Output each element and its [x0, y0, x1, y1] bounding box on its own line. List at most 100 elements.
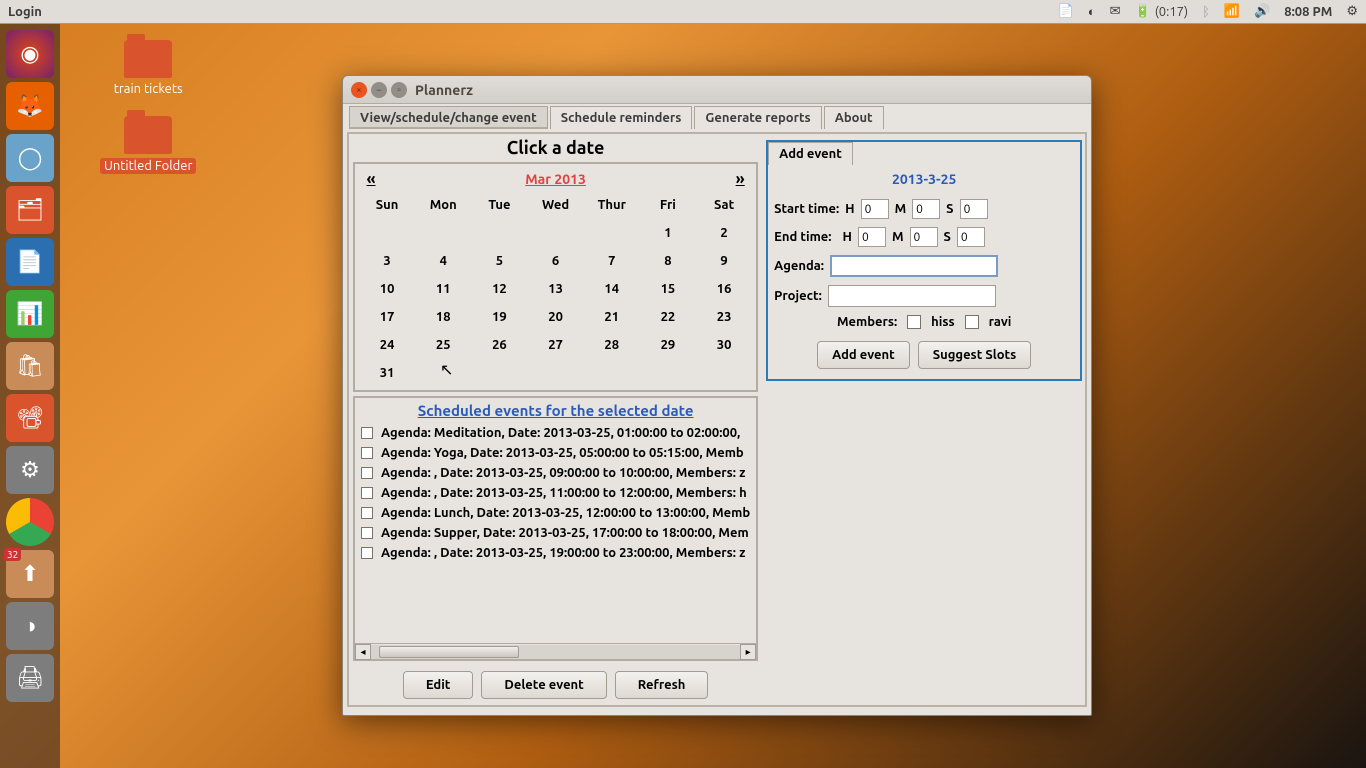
tab-generate-reports[interactable]: Generate reports — [694, 106, 821, 129]
chrome-icon[interactable] — [6, 498, 54, 546]
calendar-day-26[interactable]: 26 — [471, 338, 527, 352]
folder-train-tickets[interactable]: train tickets — [114, 40, 183, 96]
clock[interactable]: 8:08 PM — [1284, 5, 1332, 19]
calendar-day-17[interactable]: 17 — [359, 310, 415, 324]
side-tab-add-event[interactable]: Add event — [768, 142, 853, 165]
delete-event-button[interactable]: Delete event — [481, 671, 606, 699]
calendar-day-20[interactable]: 20 — [528, 310, 584, 324]
event-row[interactable]: Agenda: , Date: 2013-03-25, 19:00:00 to … — [355, 543, 756, 563]
dash-icon[interactable]: ◉ — [6, 30, 54, 78]
member-hiss-checkbox[interactable] — [907, 315, 921, 329]
event-row[interactable]: Agenda: Lunch, Date: 2013-03-25, 12:00:0… — [355, 503, 756, 523]
window-maximize-button[interactable]: ▫ — [391, 82, 407, 98]
panel-menu-label[interactable]: Login — [8, 5, 42, 19]
calendar-day-28[interactable]: 28 — [584, 338, 640, 352]
calendar-day-21[interactable]: 21 — [584, 310, 640, 324]
firefox-icon[interactable]: 🦊 — [6, 82, 54, 130]
suggest-slots-button[interactable]: Suggest Slots — [918, 341, 1032, 369]
agenda-input[interactable] — [830, 255, 998, 277]
scroll-thumb[interactable] — [379, 646, 519, 658]
battery-indicator[interactable]: 🔋(0:17) — [1135, 4, 1189, 19]
event-checkbox[interactable] — [361, 467, 373, 479]
settings-icon[interactable]: ⚙ — [6, 446, 54, 494]
scroll-track[interactable] — [371, 645, 740, 659]
calendar-day-10[interactable]: 10 — [359, 282, 415, 296]
writer-icon[interactable]: 📄 — [6, 238, 54, 286]
calendar-day-13[interactable]: 13 — [528, 282, 584, 296]
software-center-icon[interactable]: 🛍 — [6, 342, 54, 390]
event-checkbox[interactable] — [361, 447, 373, 459]
calendar-day-30[interactable]: 30 — [696, 338, 752, 352]
event-row[interactable]: Agenda: Meditation, Date: 2013-03-25, 01… — [355, 423, 756, 443]
calendar-day-24[interactable]: 24 — [359, 338, 415, 352]
system-tray-icon[interactable]: 📄 — [1058, 4, 1074, 19]
event-checkbox[interactable] — [361, 427, 373, 439]
gear-icon[interactable]: ⚙ — [1346, 4, 1358, 19]
tab-schedule-reminders[interactable]: Schedule reminders — [550, 106, 693, 129]
calendar-day-16[interactable]: 16 — [696, 282, 752, 296]
event-row[interactable]: Agenda: Supper, Date: 2013-03-25, 17:00:… — [355, 523, 756, 543]
event-checkbox[interactable] — [361, 547, 373, 559]
calendar-day-3[interactable]: 3 — [359, 254, 415, 268]
calendar-day-1[interactable]: 1 — [640, 226, 696, 240]
folder-untitled[interactable]: Untitled Folder — [100, 116, 196, 174]
calendar-day-18[interactable]: 18 — [415, 310, 471, 324]
project-input[interactable] — [828, 285, 996, 307]
end-second-input[interactable] — [957, 227, 985, 247]
window-close-button[interactable]: × — [351, 82, 367, 98]
scroll-right-button[interactable]: ▸ — [740, 644, 756, 660]
printer-icon[interactable]: 🖨 — [6, 654, 54, 702]
start-minute-input[interactable] — [912, 199, 940, 219]
calendar-day-27[interactable]: 27 — [528, 338, 584, 352]
calendar-day-25[interactable]: 25 — [415, 338, 471, 352]
event-row[interactable]: Agenda: , Date: 2013-03-25, 11:00:00 to … — [355, 483, 756, 503]
bluetooth-icon[interactable]: ᛒ — [1202, 5, 1210, 19]
tab-about[interactable]: About — [824, 106, 884, 129]
calendar-day-4[interactable]: 4 — [415, 254, 471, 268]
updates-icon[interactable]: ⬆ — [6, 550, 54, 598]
event-row[interactable]: Agenda: Yoga, Date: 2013-03-25, 05:00:00… — [355, 443, 756, 463]
network-icon[interactable]: ◐ — [1088, 4, 1096, 19]
calendar-day-15[interactable]: 15 — [640, 282, 696, 296]
window-titlebar[interactable]: × − ▫ Plannerz — [343, 76, 1091, 104]
calendar-day-23[interactable]: 23 — [696, 310, 752, 324]
calendar-day-14[interactable]: 14 — [584, 282, 640, 296]
horizontal-scrollbar[interactable]: ◂ ▸ — [355, 643, 756, 659]
start-hour-input[interactable] — [861, 199, 889, 219]
calendar-day-22[interactable]: 22 — [640, 310, 696, 324]
event-row[interactable]: Agenda: , Date: 2013-03-25, 09:00:00 to … — [355, 463, 756, 483]
mail-icon[interactable]: ✉ — [1110, 4, 1121, 19]
refresh-button[interactable]: Refresh — [615, 671, 709, 699]
eclipse-icon[interactable]: ◑ — [6, 602, 54, 650]
calendar-day-5[interactable]: 5 — [471, 254, 527, 268]
calendar-day-2[interactable]: 2 — [696, 226, 752, 240]
wifi-icon[interactable]: 📶 — [1224, 4, 1240, 19]
calendar-day-31[interactable]: 31 — [359, 366, 415, 380]
calendar-next[interactable]: » — [728, 170, 752, 188]
calendar-day-7[interactable]: 7 — [584, 254, 640, 268]
calendar-day-11[interactable]: 11 — [415, 282, 471, 296]
calendar-prev[interactable]: « — [359, 170, 383, 188]
event-checkbox[interactable] — [361, 527, 373, 539]
scroll-left-button[interactable]: ◂ — [355, 644, 371, 660]
files-icon[interactable]: 🗂 — [6, 186, 54, 234]
start-second-input[interactable] — [960, 199, 988, 219]
window-minimize-button[interactable]: − — [371, 82, 387, 98]
event-checkbox[interactable] — [361, 507, 373, 519]
calendar-day-9[interactable]: 9 — [696, 254, 752, 268]
calendar-day-8[interactable]: 8 — [640, 254, 696, 268]
tab-view-schedule[interactable]: View/schedule/change event — [349, 106, 548, 129]
calendar-day-12[interactable]: 12 — [471, 282, 527, 296]
impress-icon[interactable]: 📽 — [6, 394, 54, 442]
sound-icon[interactable]: 🔊 — [1254, 4, 1270, 19]
edit-button[interactable]: Edit — [403, 671, 474, 699]
chromium-icon[interactable]: ◯ — [6, 134, 54, 182]
event-checkbox[interactable] — [361, 487, 373, 499]
calendar-day-19[interactable]: 19 — [471, 310, 527, 324]
end-hour-input[interactable] — [858, 227, 886, 247]
end-minute-input[interactable] — [910, 227, 938, 247]
calendar-day-29[interactable]: 29 — [640, 338, 696, 352]
calc-icon[interactable]: 📊 — [6, 290, 54, 338]
member-ravi-checkbox[interactable] — [965, 315, 979, 329]
calendar-day-6[interactable]: 6 — [528, 254, 584, 268]
